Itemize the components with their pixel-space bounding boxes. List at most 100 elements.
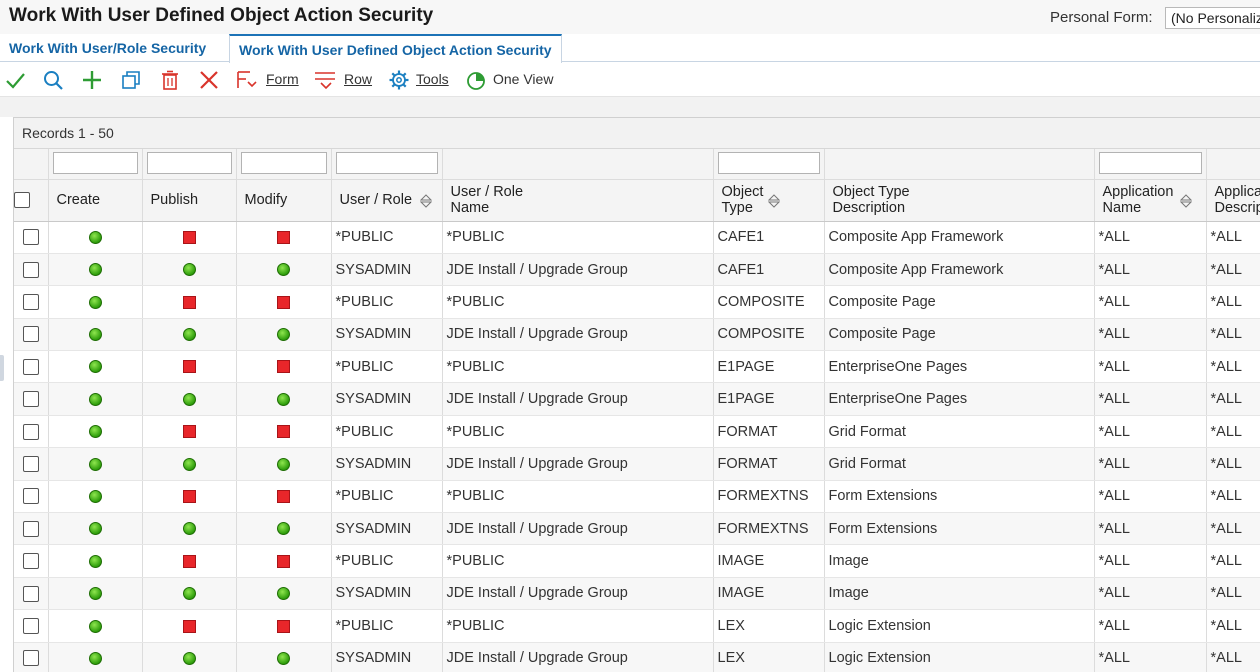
allowed-status-icon	[277, 457, 290, 471]
user-role-cell: SYSADMIN	[331, 382, 443, 416]
tab-user-role-security[interactable]: Work With User/Role Security	[0, 34, 215, 62]
sort-icon[interactable]	[767, 193, 780, 208]
row-menu[interactable]: Row	[314, 69, 378, 91]
select-all-checkbox[interactable]	[14, 192, 30, 209]
table-row[interactable]: SYSADMIN JDE Install / Upgrade Group FORMA…	[14, 447, 1260, 481]
row-checkbox[interactable]	[22, 650, 39, 667]
object-type-cell: LEX	[713, 609, 825, 643]
allowed-status-icon	[88, 619, 102, 633]
row-checkbox[interactable]	[22, 261, 39, 278]
row-checkbox[interactable]	[22, 423, 39, 440]
content-gap	[0, 97, 1260, 117]
object-type-desc-cell: Composite App Framework	[824, 253, 1095, 287]
table-row[interactable]: SYSADMIN JDE Install / Upgrade Group LEX Lo…	[14, 642, 1260, 672]
application-desc-cell: *ALL	[1206, 382, 1260, 416]
sort-icon[interactable]	[419, 193, 432, 208]
table-row[interactable]: SYSADMIN JDE Install / Upgrade Group IMAGE…	[14, 577, 1260, 611]
qbe-modify-input[interactable]	[240, 152, 327, 174]
object-type-cell: FORMEXTNS	[713, 480, 825, 514]
object-type-desc-cell: Image	[824, 544, 1095, 578]
col-application-desc-l1: Application	[1214, 184, 1260, 200]
qbe-application-name-input[interactable]	[1098, 152, 1202, 174]
form-menu[interactable]: Form	[236, 69, 306, 91]
application-desc-cell: *ALL	[1206, 577, 1260, 611]
row-checkbox[interactable]	[22, 617, 39, 634]
col-application-name[interactable]: Application Name	[1094, 179, 1207, 222]
table-row[interactable]: SYSADMIN JDE Install / Upgrade Group CAFE1…	[14, 253, 1260, 287]
modify-status-cell	[236, 609, 332, 643]
application-desc-cell: *ALL	[1206, 642, 1260, 672]
table-row[interactable]: *PUBLIC *PUBLIC FORMEXTNS Form Extensions *A…	[14, 480, 1260, 514]
table-row[interactable]: *PUBLIC *PUBLIC LEX Logic Extension *ALL *ALL	[14, 609, 1260, 643]
delete-icon[interactable]	[159, 69, 181, 91]
qbe-user-role-input[interactable]	[335, 152, 438, 174]
sort-icon[interactable]	[1179, 193, 1192, 208]
col-object-type-desc[interactable]: Object Type Description	[824, 179, 1095, 222]
row-checkbox[interactable]	[22, 585, 39, 602]
user-role-name-cell: *PUBLIC	[442, 415, 714, 449]
copy-icon[interactable]	[120, 69, 142, 91]
modify-status-cell	[236, 447, 332, 481]
close-icon[interactable]	[198, 69, 220, 91]
row-checkbox[interactable]	[22, 553, 39, 570]
col-publish[interactable]: Publish	[142, 179, 237, 222]
object-type-desc-cell: Logic Extension	[824, 642, 1095, 672]
check-icon[interactable]	[4, 69, 26, 91]
application-desc-cell: *ALL	[1206, 221, 1260, 254]
application-name-cell: *ALL	[1094, 318, 1207, 352]
publish-status-cell	[142, 642, 237, 672]
modify-status-cell	[236, 544, 332, 578]
denied-status-icon	[277, 425, 290, 439]
tools-menu[interactable]: Tools	[388, 69, 454, 91]
add-icon[interactable]	[81, 69, 103, 91]
modify-status-cell	[236, 318, 332, 352]
col-object-type[interactable]: Object Type	[713, 179, 825, 222]
col-modify[interactable]: Modify	[236, 179, 332, 222]
row-checkbox[interactable]	[22, 520, 39, 537]
qbe-cell-application-desc	[1206, 149, 1260, 180]
row-select-cell	[14, 577, 49, 611]
row-checkbox[interactable]	[22, 456, 39, 473]
qbe-publish-input[interactable]	[146, 152, 232, 174]
row-checkbox[interactable]	[22, 294, 39, 311]
tab-object-action-security[interactable]: Work With User Defined Object Action Sec…	[229, 34, 562, 63]
row-checkbox[interactable]	[22, 488, 39, 505]
allowed-status-icon	[277, 522, 290, 536]
row-select-cell	[14, 253, 49, 287]
user-role-name-cell: JDE Install / Upgrade Group	[442, 447, 714, 481]
publish-status-cell	[142, 512, 237, 546]
create-status-cell	[48, 318, 143, 352]
table-row[interactable]: *PUBLIC *PUBLIC CAFE1 Composite App Framewo…	[14, 221, 1260, 254]
personal-form-label: Personal Form:	[1050, 9, 1153, 26]
table-row[interactable]: *PUBLIC *PUBLIC FORMAT Grid Format *ALL *ALL	[14, 415, 1260, 449]
personal-form-select[interactable]: (No Personalization)	[1165, 7, 1260, 29]
col-object-type-desc-l1: Object Type	[832, 184, 910, 200]
publish-status-cell	[142, 415, 237, 449]
row-checkbox[interactable]	[22, 326, 39, 343]
table-row[interactable]: *PUBLIC *PUBLIC E1PAGE EnterpriseOne Pages *…	[14, 350, 1260, 384]
application-name-cell: *ALL	[1094, 415, 1207, 449]
application-name-cell: *ALL	[1094, 350, 1207, 384]
table-row[interactable]: *PUBLIC *PUBLIC IMAGE Image *ALL *ALL	[14, 544, 1260, 578]
table-row[interactable]: SYSADMIN JDE Install / Upgrade Group COMPO…	[14, 318, 1260, 352]
table-row[interactable]: SYSADMIN JDE Install / Upgrade Group E1PAG…	[14, 382, 1260, 416]
publish-status-cell	[142, 350, 237, 384]
qbe-object-type-input[interactable]	[717, 152, 820, 174]
col-user-role-name[interactable]: User / Role Name	[442, 179, 714, 222]
row-checkbox[interactable]	[22, 391, 39, 408]
allowed-status-icon	[277, 392, 290, 406]
modify-status-cell	[236, 577, 332, 611]
row-checkbox[interactable]	[22, 358, 39, 375]
qbe-create-input[interactable]	[52, 152, 138, 174]
table-row[interactable]: *PUBLIC *PUBLIC COMPOSITE Composite Page *AL…	[14, 285, 1260, 319]
user-role-name-cell: JDE Install / Upgrade Group	[442, 577, 714, 611]
table-row[interactable]: SYSADMIN JDE Install / Upgrade Group FORME…	[14, 512, 1260, 546]
col-user-role[interactable]: User / Role	[331, 179, 443, 222]
row-checkbox[interactable]	[22, 229, 39, 246]
one-view-menu[interactable]: One View	[465, 69, 561, 91]
col-application-desc[interactable]: Application Description	[1206, 179, 1260, 222]
search-icon[interactable]	[42, 69, 64, 91]
application-desc-cell: *ALL	[1206, 447, 1260, 481]
col-create[interactable]: Create	[48, 179, 143, 222]
side-panel-handle[interactable]	[0, 355, 4, 381]
